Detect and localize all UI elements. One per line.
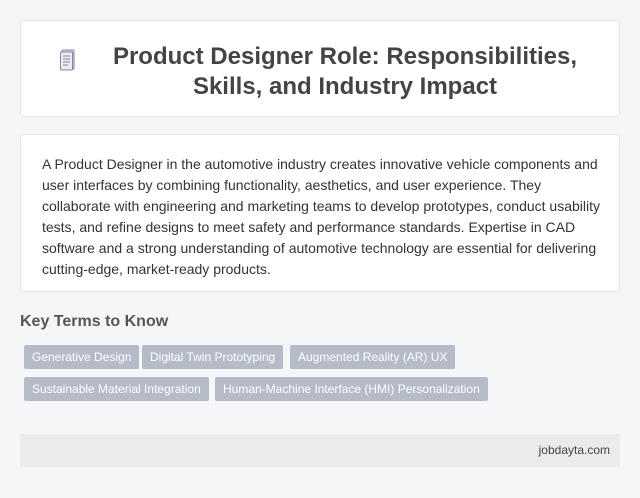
title-card: Product Designer Role: Responsibilities,… (20, 20, 620, 117)
description-card: A Product Designer in the automotive ind… (20, 134, 620, 292)
key-term-tag: Sustainable Material Integration (24, 377, 209, 401)
description-text: A Product Designer in the automotive ind… (42, 156, 600, 277)
page-title: Product Designer Role: Responsibilities,… (112, 43, 578, 100)
key-term-tag: Generative Design (24, 345, 140, 369)
footer: jobdayta.com (20, 434, 620, 467)
key-term-tag: Human-Machine Interface (HMI) Personaliz… (215, 377, 488, 401)
key-term-tag: Augmented Reality (AR) UX (290, 345, 456, 369)
key-term-tag: Digital Twin Prototyping (142, 345, 284, 369)
key-terms-heading: Key Terms to Know (20, 313, 169, 330)
footer-site-link[interactable]: jobdayta.com (539, 443, 610, 458)
document-icon (60, 49, 75, 71)
page: Product Designer Role: Responsibilities,… (0, 0, 640, 498)
